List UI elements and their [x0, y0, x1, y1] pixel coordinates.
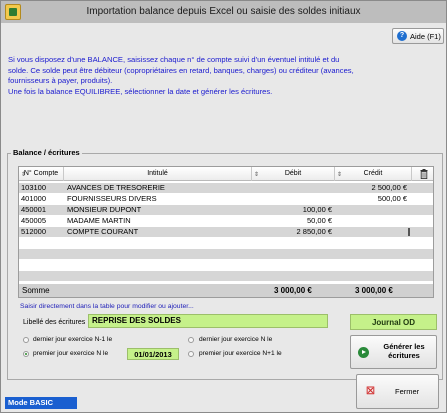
- column-header-label-text: Intitulé: [147, 170, 168, 177]
- cell-account[interactable]: 450001: [21, 205, 63, 215]
- cell-label[interactable]: [67, 238, 252, 248]
- instructions-text: Si vous disposez d'une BALANCE, saisisse…: [8, 55, 438, 97]
- cell-label[interactable]: MADAME MARTIN: [67, 216, 252, 226]
- radio-last-day-n1[interactable]: [23, 337, 29, 343]
- cell-account[interactable]: 450005: [21, 216, 63, 226]
- sum-debit: 3 000,00 €: [274, 286, 312, 295]
- close-icon: ☒: [366, 386, 375, 397]
- cell-debit[interactable]: 100,00 €: [257, 205, 332, 215]
- trash-icon[interactable]: [420, 169, 428, 179]
- instructions-line: fournisseurs à payer, produits).: [8, 76, 113, 86]
- cell-account[interactable]: [21, 271, 63, 281]
- close-button[interactable]: ☒ Fermer: [356, 374, 439, 409]
- cell-debit[interactable]: [257, 271, 332, 281]
- journal-badge: Journal OD: [350, 314, 437, 330]
- radio-last-day-n[interactable]: [188, 337, 194, 343]
- sort-icon: ⇕: [337, 172, 343, 178]
- sum-row: Somme 3 000,00 € 3 000,00 €: [18, 284, 434, 298]
- cell-credit[interactable]: [339, 227, 407, 237]
- title-bar: Importation balance depuis Excel ou sais…: [1, 1, 446, 23]
- sum-label: Somme: [22, 286, 50, 295]
- column-header-credit[interactable]: ⇕ Crédit: [335, 167, 412, 181]
- cell-account[interactable]: [21, 249, 63, 259]
- table-row[interactable]: [19, 238, 433, 248]
- table-row[interactable]: [19, 271, 433, 281]
- cell-account[interactable]: [21, 238, 63, 248]
- table-row[interactable]: 401000 FOURNISSEURS DIVERS 500,00 €: [19, 194, 433, 204]
- table-row[interactable]: [19, 249, 433, 259]
- cell-label[interactable]: [67, 249, 252, 259]
- cell-debit[interactable]: 2 850,00 €: [257, 227, 332, 237]
- cell-account[interactable]: 401000: [21, 194, 63, 204]
- cell-label[interactable]: MONSIEUR DUPONT: [67, 205, 252, 215]
- radio-last-day-n-label: dernier jour exercice N le: [199, 336, 273, 343]
- balance-group-label: Balance / écritures: [11, 148, 82, 157]
- help-icon: ?: [397, 31, 407, 41]
- table-row[interactable]: 450005 MADAME MARTIN 50,00 €: [19, 216, 433, 226]
- instructions-line: solde. Ce solde peut être débiteur (copr…: [8, 65, 354, 75]
- cell-debit[interactable]: [257, 260, 332, 270]
- cell-label[interactable]: [67, 271, 252, 281]
- table-header: ⇕ N° Compte Intitulé ⇕ Débit ⇕ Crédit: [19, 167, 433, 181]
- table-row[interactable]: 450001 MONSIEUR DUPONT 100,00 €: [19, 205, 433, 215]
- cell-debit[interactable]: 50,00 €: [257, 216, 332, 226]
- radio-first-day-n[interactable]: [23, 351, 29, 357]
- cell-debit[interactable]: [257, 238, 332, 248]
- column-header-account[interactable]: ⇕ N° Compte: [19, 167, 64, 181]
- close-label: Fermer: [395, 387, 420, 396]
- libelle-label: Libellé des écritures: [23, 319, 86, 326]
- radio-first-day-n1[interactable]: [188, 351, 194, 357]
- column-header-label[interactable]: Intitulé: [64, 167, 252, 181]
- cell-account[interactable]: 103100: [21, 183, 63, 193]
- cell-credit[interactable]: 2 500,00 €: [339, 183, 407, 193]
- column-header-account-label: N° Compte: [23, 170, 59, 177]
- generate-entries-button[interactable]: Générer les écritures: [350, 335, 437, 369]
- date-input[interactable]: 01/01/2013: [127, 348, 179, 360]
- row-marker: [408, 228, 410, 236]
- column-header-debit-label: Débit: [284, 170, 302, 177]
- cell-credit[interactable]: [339, 238, 407, 248]
- play-icon: [358, 347, 369, 358]
- table-row[interactable]: 103100 AVANCES DE TRESORERIE 2 500,00 €: [19, 183, 433, 193]
- cell-label[interactable]: [67, 260, 252, 270]
- cell-credit[interactable]: 500,00 €: [339, 194, 407, 204]
- cell-account[interactable]: 512000: [21, 227, 63, 237]
- cell-label[interactable]: AVANCES DE TRESORERIE: [67, 183, 252, 193]
- instructions-line: Une fois la balance EQUILIBREE, sélectio…: [8, 86, 273, 96]
- cell-credit[interactable]: [339, 216, 407, 226]
- cell-credit[interactable]: [339, 260, 407, 270]
- instructions-line: Si vous disposez d'une BALANCE, saisisse…: [8, 55, 340, 64]
- cell-debit[interactable]: [257, 249, 332, 259]
- generate-label-line: écritures: [388, 351, 420, 360]
- table-row[interactable]: 512000 COMPTE COURANT 2 850,00 €: [19, 227, 433, 237]
- radio-first-day-n1-label: premier jour exercice N+1 le: [199, 350, 282, 357]
- cell-credit[interactable]: [339, 205, 407, 215]
- cell-debit[interactable]: [257, 183, 332, 193]
- libelle-input[interactable]: REPRISE DES SOLDES: [88, 314, 328, 328]
- column-header-debit[interactable]: ⇕ Débit: [252, 167, 335, 181]
- help-label: Aide (F1): [410, 31, 441, 41]
- help-button[interactable]: ? Aide (F1): [392, 28, 444, 44]
- cell-credit[interactable]: [339, 249, 407, 259]
- table-hint: Saisir directement dans la table pour mo…: [20, 303, 194, 310]
- mode-badge: Mode BASIC: [5, 397, 77, 409]
- generate-label: Générer les écritures: [373, 342, 435, 360]
- cell-debit[interactable]: [257, 194, 332, 204]
- radio-last-day-n1-label: dernier jour exercice N-1 le: [33, 336, 113, 343]
- import-balance-window: Importation balance depuis Excel ou sais…: [0, 0, 447, 413]
- sort-icon: ⇕: [21, 172, 27, 178]
- table-row[interactable]: [19, 260, 433, 270]
- cell-credit[interactable]: [339, 271, 407, 281]
- generate-label-line: Générer les: [383, 342, 425, 351]
- sort-icon: ⇕: [254, 172, 260, 178]
- radio-first-day-n-label: premier jour exercice N le: [33, 350, 109, 357]
- balance-table[interactable]: ⇕ N° Compte Intitulé ⇕ Débit ⇕ Crédit 10…: [18, 166, 434, 298]
- column-header-credit-label: Crédit: [363, 170, 383, 177]
- cell-label[interactable]: COMPTE COURANT: [67, 227, 252, 237]
- sum-credit: 3 000,00 €: [355, 286, 393, 295]
- window-title: Importation balance depuis Excel ou sais…: [86, 6, 361, 17]
- cell-label[interactable]: FOURNISSEURS DIVERS: [67, 194, 252, 204]
- cell-account[interactable]: [21, 260, 63, 270]
